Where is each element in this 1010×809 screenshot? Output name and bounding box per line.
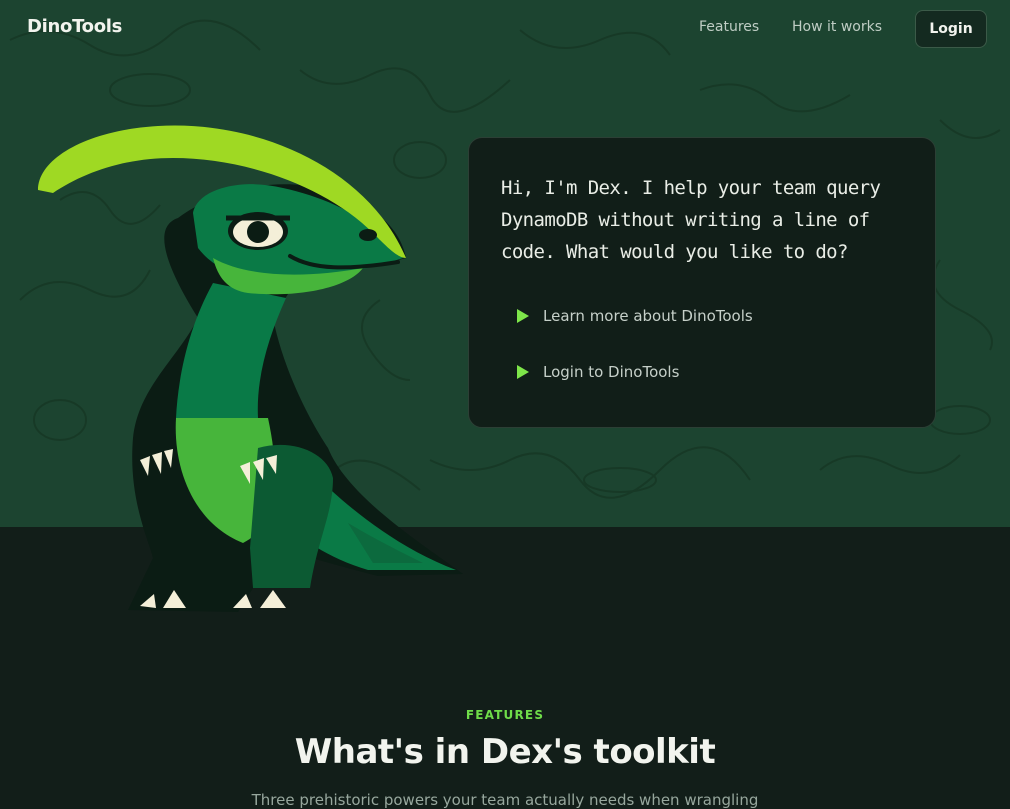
login-button[interactable]: Login — [915, 10, 987, 48]
play-triangle-icon — [517, 309, 529, 323]
play-triangle-icon — [517, 365, 529, 379]
nav-link-features[interactable]: Features — [699, 19, 759, 35]
option-login[interactable]: Login to DinoTools — [517, 359, 679, 385]
dex-speech-card: Hi, I'm Dex. I help your team query Dyna… — [468, 137, 936, 428]
features-title: What's in Dex's toolkit — [294, 732, 716, 772]
dino-mascot-illustration — [38, 125, 463, 612]
brand-logo[interactable]: DinoTools — [27, 16, 122, 37]
features-subtitle: Three prehistoric powers your team actua… — [251, 791, 759, 809]
option-label: Login to DinoTools — [543, 363, 680, 381]
features-eyebrow: FEATURES — [465, 708, 545, 722]
option-label: Learn more about DinoTools — [543, 307, 753, 325]
nav-link-how-it-works[interactable]: How it works — [792, 19, 882, 35]
dex-message: Hi, I'm Dex. I help your team query Dyna… — [501, 177, 881, 263]
option-learn-more[interactable]: Learn more about DinoTools — [517, 303, 753, 329]
